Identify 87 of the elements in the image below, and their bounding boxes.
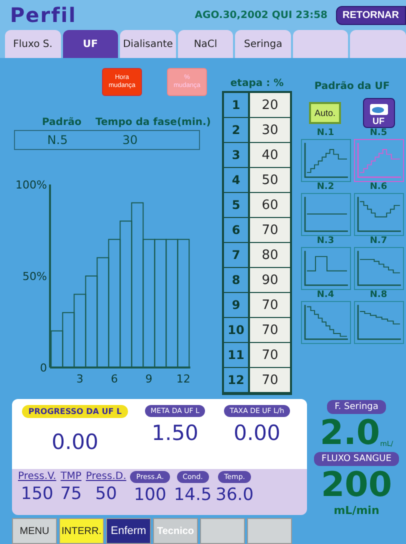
uf-progress-label: PROGRESSO DA UF L <box>22 405 128 418</box>
step-percent-field[interactable]: 70 <box>250 218 290 243</box>
reading-value: 14.5 <box>174 485 212 505</box>
reading-value: 36.0 <box>216 485 254 505</box>
pattern-name: N.8 <box>368 290 388 301</box>
pattern-thumbnail[interactable] <box>300 193 350 236</box>
empty-menu-button[interactable] <box>247 518 292 544</box>
pattern-thumbnail[interactable] <box>354 301 404 344</box>
blood-flow-value: 200 <box>321 466 392 504</box>
pattern-thumbnail[interactable] <box>300 139 350 182</box>
blood-flow-unit: mL/min <box>334 504 380 517</box>
pattern-name: N.7 <box>368 236 388 247</box>
pattern-label: Padrão <box>42 117 82 128</box>
reading-value: 50 <box>95 484 117 504</box>
screen-title: Perfil <box>10 3 78 27</box>
step-percent-field[interactable]: 20 <box>250 93 290 118</box>
uf-rate-value: 0.00 <box>234 420 280 445</box>
pattern-value: N.5 <box>46 133 69 147</box>
pattern-thumbnail[interactable] <box>300 301 350 344</box>
x-tick-label: 3 <box>76 372 84 386</box>
y-tick-label: 50% <box>22 270 47 283</box>
step-number: 7 <box>224 243 250 268</box>
empty-menu-button[interactable] <box>200 518 245 544</box>
step-number: 1 <box>224 93 250 118</box>
x-tick-label: 12 <box>176 372 190 386</box>
step-percent-field[interactable]: 70 <box>250 368 290 393</box>
step-number: 11 <box>224 343 250 368</box>
uf-button[interactable]: UF <box>362 98 394 128</box>
step-percent-field[interactable]: 90 <box>250 268 290 293</box>
step-percent-field[interactable]: 70 <box>250 318 290 343</box>
step-number: 6 <box>224 218 250 243</box>
tab[interactable]: NaCl <box>178 30 234 58</box>
pattern-name: N.5 <box>368 128 388 139</box>
reading-value: 100 <box>134 485 166 505</box>
pattern-name: N.6 <box>368 182 388 193</box>
step-number: 8 <box>224 268 250 293</box>
bag-icon <box>368 103 388 116</box>
reading-label: Press.V. <box>18 471 56 482</box>
x-tick-label: 9 <box>145 372 152 386</box>
pattern-thumbnail[interactable] <box>300 247 350 290</box>
step-percent-field[interactable]: 60 <box>250 193 290 218</box>
syringe-flow-label: F. Seringa <box>326 400 386 414</box>
auto-button[interactable]: Auto. <box>309 102 340 124</box>
pattern-name: N.2 <box>316 182 336 193</box>
pattern-thumbnail[interactable] <box>354 193 404 236</box>
reading-value: 75 <box>60 484 82 504</box>
step-percent-field[interactable]: 80 <box>250 243 290 268</box>
tab[interactable]: Seringa <box>235 30 291 58</box>
pattern-name: N.4 <box>316 290 336 301</box>
phase-time-value: 30 <box>121 133 139 147</box>
y-tick-label: 100% <box>16 178 47 192</box>
step-percent-field[interactable]: 40 <box>250 143 290 168</box>
pattern-name: N.3 <box>316 236 336 247</box>
steps-title: etapa : % <box>230 77 284 91</box>
uf-progress-value: 0.00 <box>52 429 98 454</box>
pattern-name: N.1 <box>316 128 336 139</box>
return-button[interactable]: RETORNAR <box>336 6 406 24</box>
menu-button[interactable]: INTERR. <box>59 518 104 544</box>
step-number: 5 <box>224 193 250 218</box>
phase-time-label: Tempo da fase(min.) <box>96 117 211 128</box>
reading-label: Press.D. <box>86 471 126 482</box>
syringe-flow-value: 2.0 <box>320 414 380 452</box>
tab[interactable]: Dialisante <box>120 30 176 58</box>
reading-label: TMP <box>60 471 82 482</box>
pattern-thumbnail[interactable] <box>354 139 404 182</box>
step-percent-field[interactable]: 70 <box>250 293 290 318</box>
uf-goal-value: 1.50 <box>152 420 198 445</box>
x-tick-label: 6 <box>110 372 118 386</box>
date-time: AGO.30,2002 QUI 23:58 <box>194 10 328 20</box>
step-percent-field[interactable]: 50 <box>250 168 290 193</box>
step-number: 10 <box>224 318 250 343</box>
tab[interactable]: Fluxo S. <box>5 30 61 58</box>
step-number: 12 <box>224 368 250 393</box>
pattern-thumbnail[interactable] <box>354 247 404 290</box>
step-number: 4 <box>224 168 250 193</box>
step-percent-field[interactable]: 30 <box>250 118 290 143</box>
step-number: 3 <box>224 143 250 168</box>
blood-flow-label: FLUXO SANGUE <box>314 452 400 466</box>
step-number: 9 <box>224 293 250 318</box>
tab[interactable]: UF <box>62 30 118 58</box>
step-number: 2 <box>224 118 250 143</box>
y-tick-label: 0 <box>40 362 47 374</box>
menu-button[interactable]: MENU <box>12 518 57 544</box>
uf-pattern-title: Padrão da UF <box>314 80 390 94</box>
step-percent-field[interactable]: 70 <box>250 343 290 368</box>
reading-value: 150 <box>20 484 54 504</box>
menu-button[interactable]: Enferm <box>106 518 151 544</box>
